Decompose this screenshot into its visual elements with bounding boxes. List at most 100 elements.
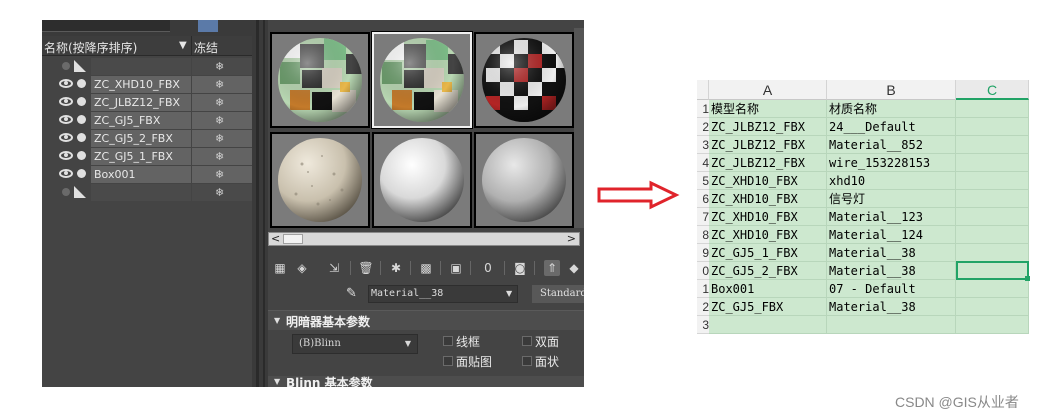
row-header[interactable]: 2 bbox=[697, 118, 709, 136]
column-header-c[interactable]: C bbox=[956, 80, 1029, 100]
row-header[interactable]: 1 bbox=[697, 100, 709, 118]
visibility-eye-icon[interactable] bbox=[59, 151, 73, 160]
material-type-button[interactable]: Standard bbox=[532, 285, 584, 303]
selected-cell[interactable] bbox=[956, 261, 1030, 281]
material-slot[interactable] bbox=[474, 132, 574, 228]
two-sided-checkbox[interactable] bbox=[522, 336, 532, 346]
material-slot[interactable] bbox=[270, 132, 370, 228]
eyedropper-icon[interactable]: ✎ bbox=[346, 286, 357, 301]
sheet-cell[interactable]: 材质名称 bbox=[827, 100, 956, 118]
face-map-checkbox[interactable] bbox=[443, 356, 453, 366]
put-to-scene-icon[interactable]: ◈ bbox=[294, 260, 310, 276]
material-effects-icon[interactable]: ▩ bbox=[418, 260, 434, 276]
row-header[interactable]: 6 bbox=[697, 190, 709, 208]
material-slot[interactable] bbox=[372, 132, 472, 228]
freeze-icon[interactable]: ❄ bbox=[192, 184, 252, 201]
sheet-cell[interactable] bbox=[956, 208, 1029, 226]
faceted-checkbox[interactable] bbox=[522, 356, 532, 366]
sheet-cell[interactable]: Material__852 bbox=[827, 136, 956, 154]
row-header[interactable]: 2 bbox=[697, 298, 709, 316]
sheet-cell[interactable] bbox=[956, 118, 1029, 136]
go-to-parent-icon[interactable]: ⇑ bbox=[544, 260, 560, 276]
shader-basic-params-rollout[interactable]: ▼ 明暗器基本参数 bbox=[268, 310, 584, 330]
sheet-cell[interactable]: ZC_GJ5_2_FBX bbox=[709, 262, 827, 280]
explorer-search-field[interactable] bbox=[42, 20, 170, 32]
sheet-cell[interactable]: Material__124 bbox=[827, 226, 956, 244]
make-unique-icon[interactable]: ✱ bbox=[388, 260, 404, 276]
material-name-field[interactable]: Material__38 bbox=[368, 285, 518, 303]
sheet-cell[interactable] bbox=[956, 172, 1029, 190]
object-name[interactable]: Box001 bbox=[91, 166, 191, 183]
scroll-right-icon[interactable]: > bbox=[567, 232, 576, 245]
assign-material-icon[interactable]: ⇲ bbox=[326, 260, 342, 276]
sheet-cell[interactable]: ZC_XHD10_FBX bbox=[709, 226, 827, 244]
visibility-eye-icon[interactable] bbox=[59, 79, 73, 88]
scroll-thumb[interactable] bbox=[283, 234, 303, 244]
sheet-cell[interactable] bbox=[956, 100, 1029, 118]
sheet-cell[interactable] bbox=[827, 316, 956, 334]
material-slot-active[interactable] bbox=[371, 31, 473, 129]
chevron-down-icon[interactable]: ▼ bbox=[506, 289, 512, 298]
row-header[interactable]: 3 bbox=[697, 316, 709, 334]
sheet-cell[interactable] bbox=[956, 226, 1029, 244]
sheet-cell[interactable]: 信号灯 bbox=[827, 190, 956, 208]
sheet-cell[interactable]: ZC_XHD10_FBX bbox=[709, 208, 827, 226]
sheet-cell[interactable]: ZC_XHD10_FBX bbox=[709, 172, 827, 190]
header-divider[interactable] bbox=[191, 36, 192, 56]
sheet-cell[interactable]: ZC_GJ5_1_FBX bbox=[709, 244, 827, 262]
visibility-eye-icon[interactable] bbox=[59, 169, 73, 178]
sheet-cell[interactable]: 模型名称 bbox=[709, 100, 827, 118]
go-forward-sibling-icon[interactable]: ◆ bbox=[566, 260, 582, 276]
sheet-cell[interactable]: ZC_JLBZ12_FBX bbox=[709, 154, 827, 172]
sheet-cell[interactable]: Box001 bbox=[709, 280, 827, 298]
sheet-cell[interactable]: ZC_JLBZ12_FBX bbox=[709, 136, 827, 154]
sheet-cell[interactable]: wire_153228153 bbox=[827, 154, 956, 172]
freeze-icon[interactable]: ❄ bbox=[192, 94, 252, 111]
freeze-icon[interactable]: ❄ bbox=[192, 166, 252, 183]
material-slot[interactable] bbox=[270, 32, 370, 128]
freeze-icon[interactable]: ❄ bbox=[192, 148, 252, 165]
sheet-cell[interactable]: Material__38 bbox=[827, 244, 956, 262]
row-header[interactable]: 7 bbox=[697, 208, 709, 226]
scroll-left-icon[interactable]: < bbox=[271, 232, 280, 245]
explorer-row-object[interactable]: ZC_GJ5_2_FBX ❄ bbox=[42, 129, 252, 147]
blinn-basic-params-rollout[interactable]: ▼ Blinn 基本参数 bbox=[268, 376, 584, 387]
render-dot-icon[interactable] bbox=[77, 133, 86, 142]
show-map-in-viewport-icon[interactable]: ◙ bbox=[512, 260, 528, 276]
slots-vertical-scrollbar[interactable] bbox=[574, 28, 584, 228]
sheet-cell[interactable]: Material__38 bbox=[827, 298, 956, 316]
render-dot-icon[interactable] bbox=[77, 115, 86, 124]
material-slot[interactable] bbox=[474, 32, 574, 128]
sheet-cell[interactable]: ZC_GJ5_FBX bbox=[709, 298, 827, 316]
sheet-cell[interactable] bbox=[956, 280, 1029, 298]
corner-cell[interactable] bbox=[697, 80, 709, 100]
visibility-eye-icon[interactable] bbox=[59, 133, 73, 142]
object-name[interactable]: ZC_GJ5_2_FBX bbox=[91, 130, 191, 147]
sheet-cell[interactable] bbox=[956, 298, 1029, 316]
render-dot-icon[interactable] bbox=[77, 79, 86, 88]
sheet-cell[interactable]: Material__123 bbox=[827, 208, 956, 226]
sheet-cell[interactable] bbox=[956, 190, 1029, 208]
object-name[interactable]: ZC_GJ5_1_FBX bbox=[91, 148, 191, 165]
get-material-icon[interactable]: ▦ bbox=[272, 260, 288, 276]
freeze-icon[interactable]: ❄ bbox=[192, 130, 252, 147]
sheet-cell[interactable] bbox=[956, 154, 1029, 172]
shader-type-dropdown[interactable]: (B)Blinn ▼ bbox=[292, 334, 418, 354]
sheet-cell[interactable] bbox=[709, 316, 827, 334]
sheet-cell[interactable]: ZC_XHD10_FBX bbox=[709, 190, 827, 208]
explorer-filter-button[interactable] bbox=[198, 20, 218, 32]
explorer-row-object[interactable]: ZC_GJ5_FBX ❄ bbox=[42, 111, 252, 129]
explorer-row-root[interactable]: ❄ bbox=[42, 57, 252, 75]
column-header-a[interactable]: A bbox=[709, 80, 827, 100]
sheet-cell[interactable] bbox=[956, 316, 1029, 334]
sheet-cell[interactable]: Material__38 bbox=[827, 262, 956, 280]
row-header[interactable]: 3 bbox=[697, 136, 709, 154]
object-name[interactable]: ZC_XHD10_FBX bbox=[91, 76, 191, 93]
material-id-channel-icon[interactable]: 0 bbox=[480, 260, 496, 276]
freeze-column-header[interactable]: 冻结 bbox=[194, 39, 218, 56]
sheet-cell[interactable]: ZC_JLBZ12_FBX bbox=[709, 118, 827, 136]
name-column-header[interactable]: 名称(按降序排序) bbox=[44, 39, 137, 56]
wire-checkbox[interactable] bbox=[443, 336, 453, 346]
explorer-row-root[interactable]: ❄ bbox=[42, 183, 252, 201]
visibility-eye-icon[interactable] bbox=[59, 97, 73, 106]
